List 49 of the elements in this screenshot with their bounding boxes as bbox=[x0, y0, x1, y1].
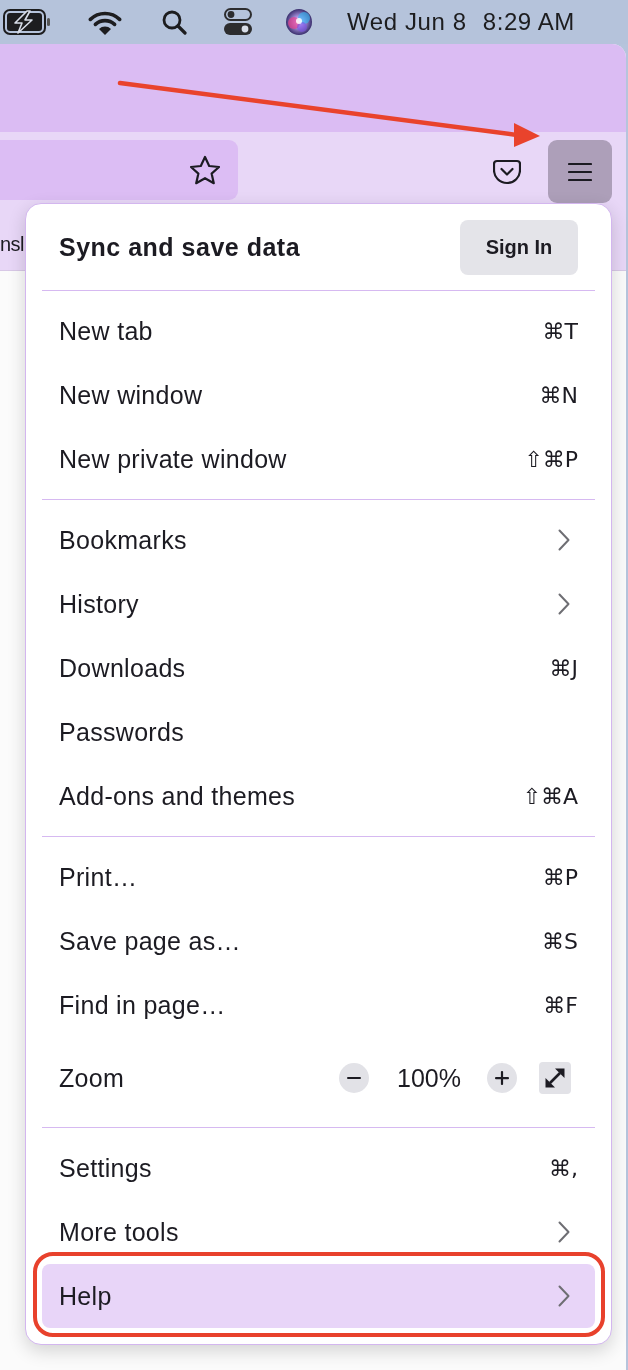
menu-item[interactable]: Add-ons and themes ⇧⌘A bbox=[42, 764, 595, 828]
sync-heading: Sync and save data bbox=[59, 232, 301, 262]
menu-item[interactable]: New private window ⇧⌘P bbox=[42, 427, 595, 491]
menu-bar-date[interactable]: Wed Jun 8 bbox=[347, 8, 467, 36]
bookmark-item[interactable]: nsl bbox=[0, 232, 24, 256]
pocket-icon[interactable] bbox=[493, 158, 521, 185]
shortcut-text: ⌘N bbox=[539, 382, 578, 408]
menu-button[interactable] bbox=[548, 140, 612, 203]
battery-charging-icon[interactable] bbox=[3, 9, 51, 35]
menu-item[interactable]: Save page as… ⌘S bbox=[42, 909, 595, 973]
menu-item[interactable]: Help bbox=[42, 1264, 595, 1328]
menu-item[interactable]: Find in page… ⌘F bbox=[42, 973, 595, 1037]
zoom-in-button[interactable] bbox=[487, 1063, 517, 1093]
sign-in-button[interactable]: Sign In bbox=[460, 219, 578, 275]
shortcut-text: ⇧⌘P bbox=[524, 446, 578, 472]
chevron-right-icon bbox=[558, 1221, 570, 1243]
menu-item[interactable]: Settings ⌘, bbox=[42, 1136, 595, 1200]
address-field[interactable] bbox=[0, 140, 238, 200]
menu-item[interactable]: New window ⌘N bbox=[42, 363, 595, 427]
colorful-orb-icon[interactable] bbox=[286, 9, 312, 35]
menu-item[interactable]: New tab ⌘T bbox=[42, 299, 595, 363]
menu-item[interactable]: History bbox=[42, 572, 595, 636]
menu-item[interactable]: Print… ⌘P bbox=[42, 845, 595, 909]
shortcut-text: ⌘, bbox=[549, 1155, 578, 1181]
shortcut-text: ⌘S bbox=[542, 928, 578, 954]
zoom-level[interactable]: 100% bbox=[397, 1063, 461, 1093]
menu-item[interactable]: Bookmarks bbox=[42, 508, 595, 572]
menu-icon bbox=[568, 161, 592, 182]
shortcut-text: ⌘J bbox=[549, 655, 578, 681]
plus-icon bbox=[495, 1071, 509, 1085]
star-icon[interactable] bbox=[189, 155, 221, 185]
toggle-switches-icon[interactable] bbox=[224, 8, 252, 36]
shortcut-text: ⌘T bbox=[542, 318, 578, 344]
fullscreen-button[interactable] bbox=[539, 1062, 571, 1094]
menu-item[interactable]: Downloads ⌘J bbox=[42, 636, 595, 700]
menu-item[interactable]: Passwords bbox=[42, 700, 595, 764]
zoom-label: Zoom bbox=[59, 1063, 125, 1093]
minus-icon bbox=[347, 1077, 362, 1079]
shortcut-text: ⌘P bbox=[542, 864, 578, 890]
chevron-right-icon bbox=[558, 1285, 570, 1307]
diagonal-arrows-icon bbox=[545, 1068, 565, 1088]
zoom-out-button[interactable] bbox=[339, 1063, 370, 1093]
chevron-right-icon bbox=[558, 529, 570, 551]
menu-item[interactable]: More tools bbox=[42, 1200, 595, 1264]
shortcut-text: ⌘F bbox=[543, 992, 578, 1018]
chevron-right-icon bbox=[558, 593, 570, 615]
menu-bar-clock[interactable]: 8:29 AM bbox=[482, 8, 575, 36]
shortcut-text: ⇧⌘A bbox=[522, 783, 578, 809]
search-icon[interactable] bbox=[162, 9, 187, 35]
